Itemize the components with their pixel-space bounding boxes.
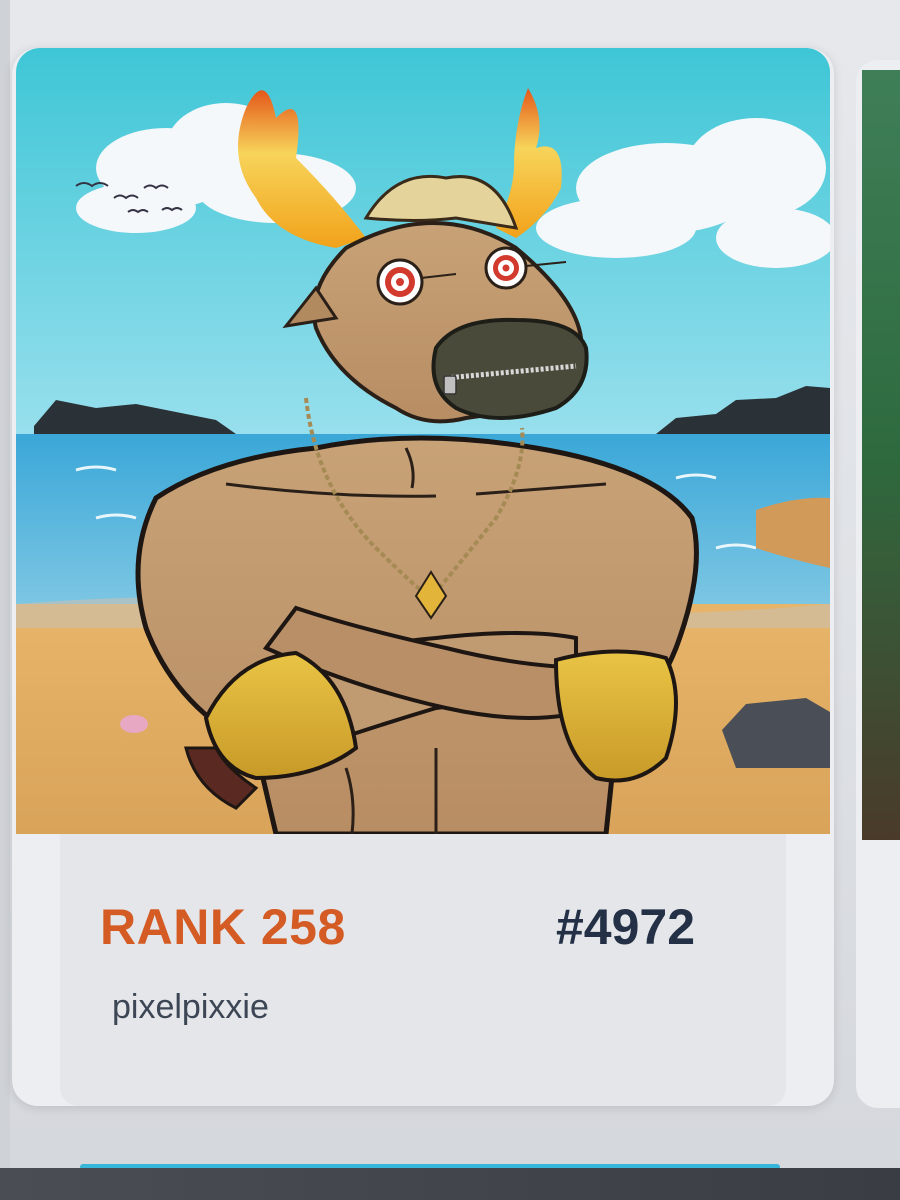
owner-name[interactable]: pixelpixxie	[112, 988, 269, 1027]
next-nft-thumbnail[interactable]	[862, 70, 900, 840]
nft-artwork-image	[16, 48, 830, 834]
nft-artwork[interactable]	[16, 48, 830, 834]
left-edge	[0, 0, 10, 1200]
token-id: #4972	[556, 899, 696, 955]
rank-label: RANK 258	[100, 899, 346, 955]
nft-info-panel	[60, 834, 786, 1106]
next-nft-card[interactable]	[856, 60, 900, 1108]
screen-bezel-bottom	[0, 1168, 900, 1200]
